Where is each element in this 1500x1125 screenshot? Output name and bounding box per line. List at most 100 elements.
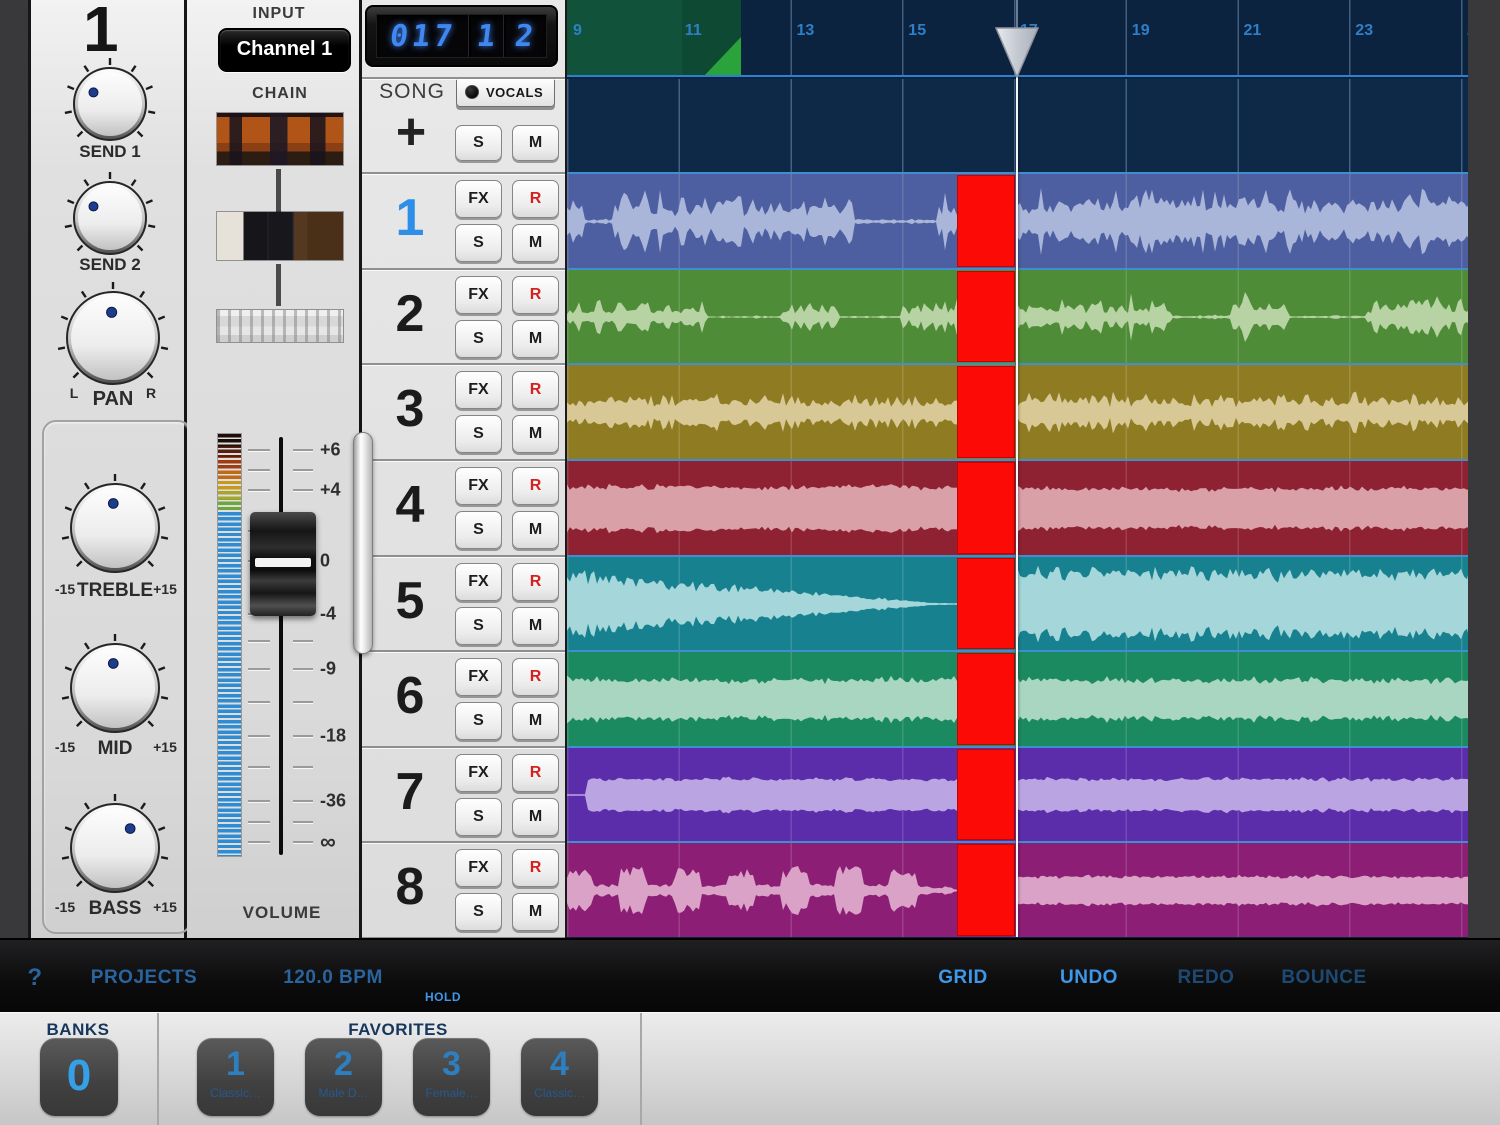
track-3-record-arm-button[interactable]: R xyxy=(512,371,559,409)
track-3-mute-button[interactable]: M xyxy=(512,415,559,453)
track-number[interactable]: 5 xyxy=(376,571,444,631)
track-2-waveform xyxy=(567,272,957,362)
playhead-marker[interactable] xyxy=(995,27,1039,78)
dock-divider xyxy=(157,1013,159,1125)
favorite-label: Male D… xyxy=(305,1086,382,1100)
track-number[interactable]: 6 xyxy=(376,666,444,726)
track-control-column: 017 1 2 SONG VOCALS + S M 1 FX R S M2 FX… xyxy=(362,0,567,938)
track-6-solo-button[interactable]: S xyxy=(455,702,502,740)
track-1-record-arm-button[interactable]: R xyxy=(512,180,559,218)
track-2-solo-button[interactable]: S xyxy=(455,320,502,358)
song-mute-button[interactable]: M xyxy=(512,125,559,161)
track-2-recording-clip[interactable] xyxy=(957,271,1015,362)
projects-button[interactable]: PROJECTS xyxy=(91,967,197,989)
chain-slot-rack-thumbnail[interactable] xyxy=(217,310,343,342)
track-6-recording-clip[interactable] xyxy=(957,653,1015,745)
track-4-solo-button[interactable]: S xyxy=(455,511,502,549)
bass-min-label: -15 xyxy=(55,899,75,915)
track-5-fx-button[interactable]: FX xyxy=(455,563,502,601)
track-4-mute-button[interactable]: M xyxy=(512,511,559,549)
bar-number: 9 xyxy=(573,22,582,40)
bounce-button[interactable]: BOUNCE xyxy=(1281,967,1366,989)
chain-connector xyxy=(276,264,281,306)
arrange-timeline[interactable]: 91113151719212325 xyxy=(567,0,1468,938)
track-5-record-arm-button[interactable]: R xyxy=(512,563,559,601)
song-solo-button[interactable]: S xyxy=(455,125,502,161)
redo-button[interactable]: REDO xyxy=(1178,967,1235,989)
favorite-1-button[interactable]: 1 Classic… xyxy=(197,1038,274,1116)
track-6-mute-button[interactable]: M xyxy=(512,702,559,740)
track-5-mute-button[interactable]: M xyxy=(512,607,559,645)
track-1-recording-clip[interactable] xyxy=(957,175,1015,267)
undo-button[interactable]: UNDO xyxy=(1060,967,1118,989)
counter-sixteenth: 2 xyxy=(513,19,539,54)
track-1-fx-button[interactable]: FX xyxy=(455,180,502,218)
input-label: INPUT xyxy=(253,5,306,23)
track-5-recording-clip[interactable] xyxy=(957,558,1015,649)
help-button[interactable]: ? xyxy=(27,964,42,992)
track-6-fx-button[interactable]: FX xyxy=(455,658,502,696)
track-2-fx-button[interactable]: FX xyxy=(455,276,502,314)
track-number[interactable]: 1 xyxy=(376,188,444,248)
track-3-fx-button[interactable]: FX xyxy=(455,371,502,409)
track-4-recording-clip[interactable] xyxy=(957,462,1015,554)
input-channel-button[interactable]: Channel 1 xyxy=(218,28,351,72)
track-6-record-arm-button[interactable]: R xyxy=(512,658,559,696)
track-7-fx-button[interactable]: FX xyxy=(455,754,502,792)
track-5-waveform xyxy=(567,559,957,649)
bar-number: 25 xyxy=(1467,22,1468,40)
track-3-recording-clip[interactable] xyxy=(957,366,1015,458)
track-number[interactable]: 4 xyxy=(376,475,444,535)
track-7-record-arm-button[interactable]: R xyxy=(512,754,559,792)
track-number[interactable]: 3 xyxy=(376,379,444,439)
grid-button[interactable]: GRID xyxy=(938,967,988,989)
bar-number: 15 xyxy=(908,22,926,40)
loop-region[interactable] xyxy=(567,0,741,75)
track-8-solo-button[interactable]: S xyxy=(455,893,502,931)
track-number[interactable]: 7 xyxy=(376,762,444,822)
favorite-3-button[interactable]: 3 Female… xyxy=(413,1038,490,1116)
track-8-fx-button[interactable]: FX xyxy=(455,849,502,887)
fader-scale-label: -36 xyxy=(320,791,346,812)
track-2-mute-button[interactable]: M xyxy=(512,320,559,358)
bar-number: 23 xyxy=(1355,22,1373,40)
track-number[interactable]: 8 xyxy=(376,857,444,917)
level-meter xyxy=(217,433,242,857)
track-1-solo-button[interactable]: S xyxy=(455,224,502,262)
track-number[interactable]: 2 xyxy=(376,284,444,344)
track-4-waveform xyxy=(567,463,957,554)
pan-right-label: R xyxy=(146,385,156,401)
bar-number: 19 xyxy=(1132,22,1150,40)
bar-number: 21 xyxy=(1244,22,1262,40)
track-4-fx-button[interactable]: FX xyxy=(455,467,502,505)
track-5-solo-button[interactable]: S xyxy=(455,607,502,645)
track-8-waveform xyxy=(1017,845,1468,936)
song-preset-button[interactable]: VOCALS xyxy=(456,77,555,107)
bass-knob[interactable] xyxy=(59,792,171,909)
track-8-record-arm-button[interactable]: R xyxy=(512,849,559,887)
playhead-line xyxy=(1016,77,1019,937)
track-2-record-arm-button[interactable]: R xyxy=(512,276,559,314)
track-7-mute-button[interactable]: M xyxy=(512,798,559,836)
panel-resize-handle[interactable] xyxy=(353,432,373,654)
track-7-recording-clip[interactable] xyxy=(957,749,1015,840)
track-7-solo-button[interactable]: S xyxy=(455,798,502,836)
track-4-record-arm-button[interactable]: R xyxy=(512,467,559,505)
treble-knob[interactable] xyxy=(59,472,171,589)
track-8-mute-button[interactable]: M xyxy=(512,893,559,931)
bank-button[interactable]: 0 xyxy=(40,1038,118,1116)
input-chain-panel: INPUT Channel 1 CHAIN +6 +4 0 -4 -9 -18 … xyxy=(187,0,362,938)
track-8-recording-clip[interactable] xyxy=(957,844,1015,936)
favorite-label: Female… xyxy=(413,1086,490,1100)
bpm-display[interactable]: 120.0 BPM xyxy=(283,967,383,989)
add-track-button[interactable]: + xyxy=(376,103,446,165)
track-1-mute-button[interactable]: M xyxy=(512,224,559,262)
pan-knob[interactable] xyxy=(55,280,171,401)
favorite-2-button[interactable]: 2 Male D… xyxy=(305,1038,382,1116)
track-3-solo-button[interactable]: S xyxy=(455,415,502,453)
volume-fader[interactable] xyxy=(250,512,316,616)
chain-slot-mic-thumbnail[interactable] xyxy=(217,113,343,165)
favorite-4-button[interactable]: 4 Classic… xyxy=(521,1038,598,1116)
chain-slot-pedals-thumbnail[interactable] xyxy=(217,212,343,260)
mid-knob[interactable] xyxy=(59,632,171,749)
